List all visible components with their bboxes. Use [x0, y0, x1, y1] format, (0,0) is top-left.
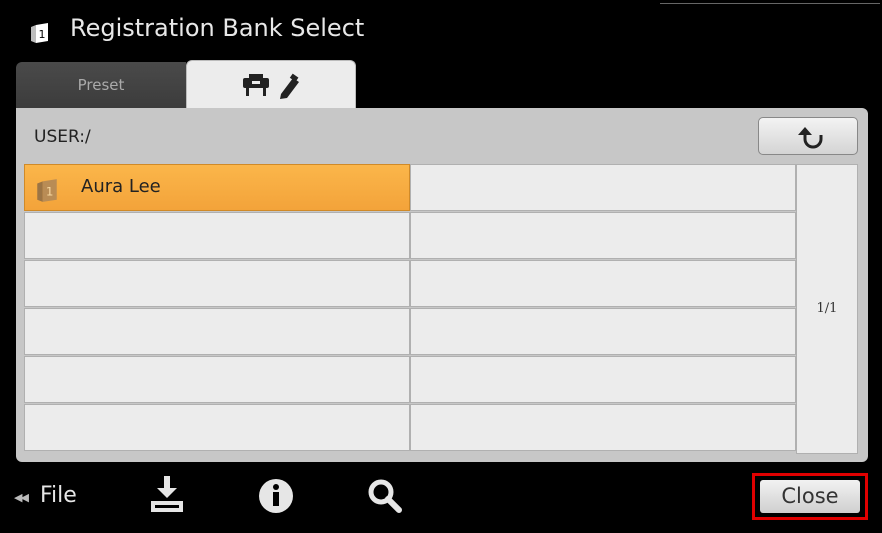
title-bar: 1 Registration Bank Select: [0, 0, 882, 58]
expand-left-icon: ◀◀: [14, 491, 29, 504]
registration-bank-icon: 1: [31, 23, 48, 43]
file-item[interactable]: [24, 356, 410, 403]
divider: [660, 3, 880, 4]
file-item-label: Aura Lee: [81, 176, 161, 197]
file-item[interactable]: [410, 260, 796, 307]
file-item[interactable]: [410, 212, 796, 259]
save-icon[interactable]: [149, 476, 185, 514]
file-item[interactable]: 1 Aura Lee: [24, 164, 410, 211]
page-number: 1/1: [816, 301, 838, 316]
svg-text:1: 1: [39, 28, 46, 41]
file-item[interactable]: [24, 260, 410, 307]
tab-preset[interactable]: Preset: [16, 62, 186, 108]
window-title: Registration Bank Select: [70, 14, 365, 42]
tab-user[interactable]: [186, 60, 356, 112]
current-path: USER:/: [34, 127, 91, 147]
close-button-label: Close: [760, 480, 860, 513]
bottom-toolbar: ◀◀ File Close: [0, 468, 882, 533]
up-folder-button[interactable]: [758, 117, 858, 155]
file-item[interactable]: [410, 356, 796, 403]
info-icon[interactable]: [258, 478, 294, 514]
file-item[interactable]: [410, 164, 796, 211]
search-icon[interactable]: [367, 478, 403, 514]
file-menu-label: File: [40, 483, 77, 508]
file-item[interactable]: [410, 404, 796, 451]
file-browser-panel: USER:/ 1 Aura Lee 1/1: [16, 108, 868, 462]
up-folder-icon: [798, 127, 823, 149]
file-menu-button[interactable]: ◀◀ File: [14, 482, 94, 512]
file-item[interactable]: [410, 308, 796, 355]
registration-bank-icon: 1: [37, 179, 57, 202]
svg-text:1: 1: [46, 184, 54, 198]
file-item[interactable]: [24, 404, 410, 451]
page-indicator[interactable]: 1/1: [796, 164, 858, 454]
file-item[interactable]: [24, 308, 410, 355]
file-item[interactable]: [24, 212, 410, 259]
close-button[interactable]: Close: [752, 473, 868, 520]
piano-user-icon: [243, 73, 299, 99]
